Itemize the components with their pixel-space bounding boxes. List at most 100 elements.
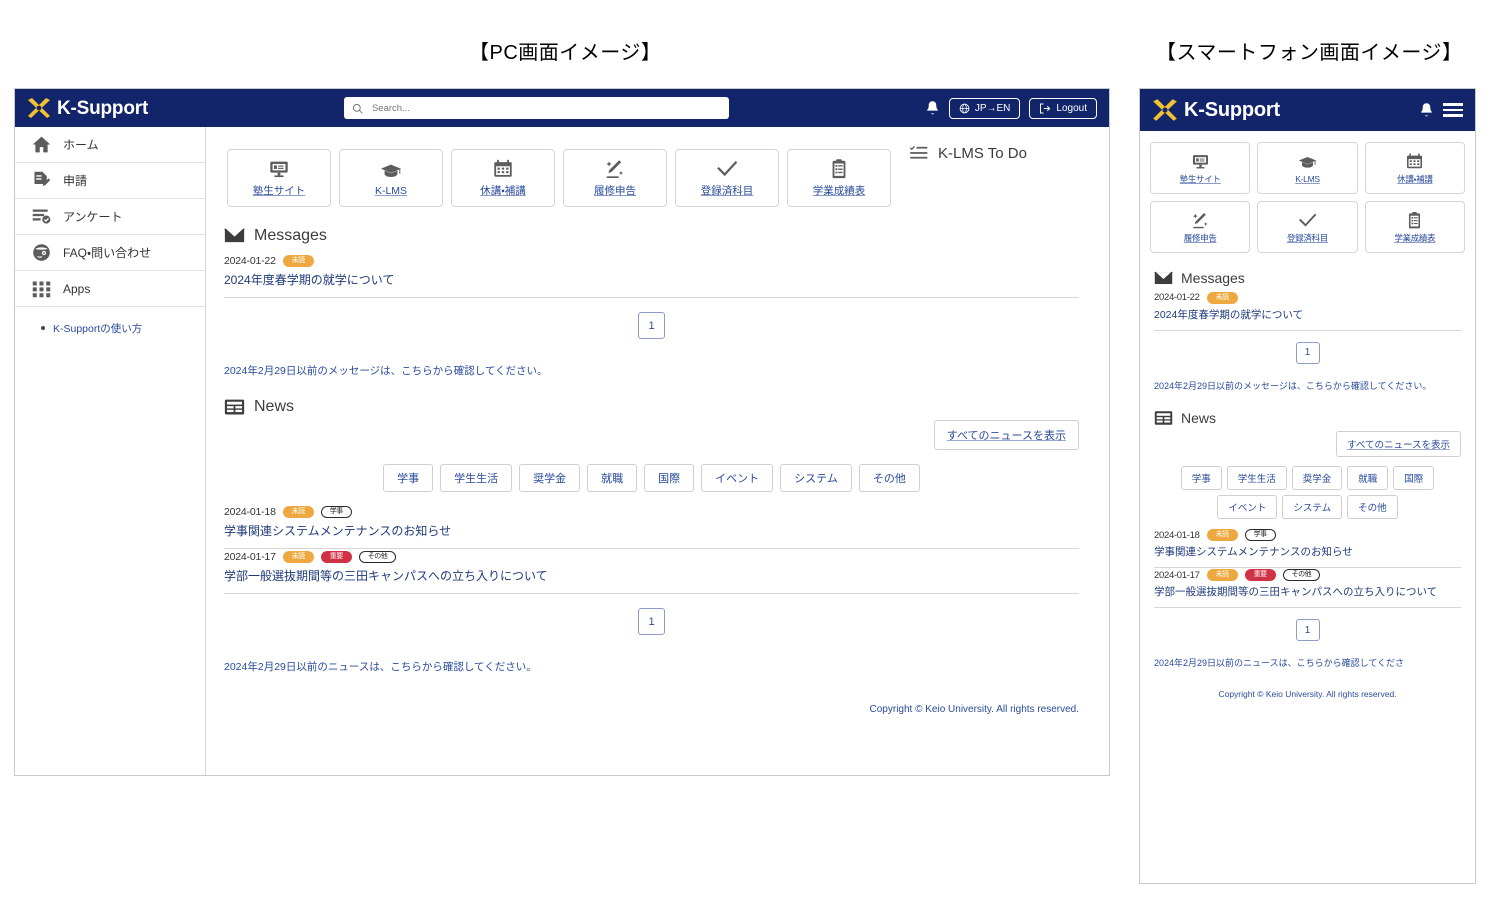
language-toggle-button[interactable]: JP→EN [949, 98, 1021, 119]
tile-touroku-kamoku[interactable]: 登録済科目 [675, 149, 779, 207]
category-filter-shogakukin[interactable]: 奨学金 [519, 464, 580, 492]
news-table-icon [224, 398, 245, 416]
important-badge: 重要 [1245, 569, 1276, 581]
check-icon [1298, 211, 1317, 230]
language-toggle-label: JP→EN [975, 103, 1011, 114]
category-filter-event[interactable]: イベント [701, 464, 773, 492]
sp-navbar-actions [1419, 102, 1475, 119]
sp-news-row[interactable]: 2024-01-18 未読 学事 学事関連システムメンテナンスのお知らせ [1154, 528, 1461, 568]
category-filter-gakuseiseikatsu[interactable]: 学生生活 [1227, 466, 1287, 490]
sp-tile-kyuko-hoko[interactable]: 休講・補講 [1365, 142, 1465, 194]
sp-tile-touroku-kamoku[interactable]: 登録済科目 [1257, 201, 1357, 253]
sp-tile-label: 休講・補講 [1397, 173, 1432, 185]
sp-tile-k-lms[interactable]: K-LMS [1257, 142, 1357, 194]
page-number-button[interactable]: 1 [638, 312, 665, 339]
news-title-link[interactable]: 学部一般選抜期間等の三田キャンパスへの立ち入りについて [224, 567, 1079, 584]
sp-brand[interactable]: K-Support [1140, 98, 1280, 122]
sp-news-title-link[interactable]: 学事関連システムメンテナンスのお知らせ [1154, 545, 1461, 560]
sp-tile-label: 履修申告 [1184, 232, 1217, 244]
sp-news-date: 2024-01-17 [1154, 570, 1200, 581]
sp-tile-risyu-shinkoku[interactable]: 履修申告 [1150, 201, 1250, 253]
category-filter-shogakukin[interactable]: 奨学金 [1292, 466, 1343, 490]
sp-news-pagination: 1 [1154, 619, 1461, 641]
tile-risyu-shinkoku[interactable]: 履修申告 [563, 149, 667, 207]
sp-messages-section: Messages 2024-01-22 未読 2024年度春学期の就学について … [1140, 270, 1475, 393]
category-filter-shushoku[interactable]: 就職 [1347, 466, 1388, 490]
survey-check-icon [31, 206, 52, 227]
sp-message-row[interactable]: 2024-01-22 未読 2024年度春学期の就学について [1154, 291, 1461, 331]
sp-tile-label: K-LMS [1295, 174, 1319, 184]
sidebar-item-label: ホーム [63, 136, 99, 153]
category-filter-system[interactable]: システム [1282, 495, 1342, 519]
sp-messages-archive-note[interactable]: 2024年2月29日以前のメッセージは、こちらから確認してください。 [1154, 380, 1461, 394]
brand[interactable]: K-Support [15, 97, 148, 119]
hamburger-menu-icon[interactable] [1443, 103, 1463, 117]
news-archive-note[interactable]: 2024年2月29日以前のニュースは、こちらから確認してください。 [224, 659, 1079, 674]
news-category-filters: 学事 学生生活 奨学金 就職 国際 イベント システム その他 [224, 464, 1079, 492]
news-title-link[interactable]: 学事関連システムメンテナンスのお知らせ [224, 522, 1079, 539]
category-filter-sonota[interactable]: その他 [1347, 495, 1398, 519]
pc-top-navbar: K-Support [15, 89, 1109, 127]
pc-caption: 【PC画面イメージ】 [469, 36, 661, 65]
sp-notification-bell[interactable] [1419, 102, 1434, 119]
sp-news-title: News [1181, 410, 1216, 426]
category-filter-shushoku[interactable]: 就職 [587, 464, 637, 492]
sp-tile-jukusei-site[interactable]: 塾生サイト [1150, 142, 1250, 194]
tile-k-lms[interactable]: K-LMS [339, 149, 443, 207]
k-lms-todo[interactable]: K-LMS To Do [909, 143, 1027, 163]
tile-jukusei-site[interactable]: 塾生サイト [227, 149, 331, 207]
graduation-cap-icon [1298, 153, 1317, 172]
tile-label: 登録済科目 [701, 183, 754, 198]
category-filter-gakuji[interactable]: 学事 [383, 464, 433, 492]
sp-news-row[interactable]: 2024-01-17 未読 重要 その他 学部一般選抜期間等の三田キャンパスへの… [1154, 568, 1461, 608]
sidebar-item-apps[interactable]: Apps [15, 271, 205, 307]
sp-message-title-link[interactable]: 2024年度春学期の就学について [1154, 308, 1461, 323]
sp-news-archive-note[interactable]: 2024年2月29日以前のニュースは、こちらから確認してくださ [1154, 657, 1461, 671]
notification-bell-icon[interactable] [925, 100, 940, 117]
messages-title: Messages [254, 227, 327, 245]
page-number-button[interactable]: 1 [1296, 619, 1320, 641]
brand-name: K-Support [57, 99, 148, 118]
sp-news-title-link[interactable]: 学部一般選抜期間等の三田キャンパスへの立ち入りについて [1154, 585, 1461, 600]
category-filter-gakuseiseikatsu[interactable]: 学生生活 [440, 464, 512, 492]
sidebar-item-home[interactable]: ホーム [15, 127, 205, 163]
news-show-all-wrap: すべてのニュースを表示 [224, 420, 1079, 450]
page-number-button[interactable]: 1 [638, 608, 665, 635]
sp-tile-gakugyo-seisekihyo[interactable]: 学業成績表 [1365, 201, 1465, 253]
sidebar-item-faq[interactable]: FAQ・問い合わせ [15, 235, 205, 271]
smartphone-caption: 【スマートフォン画面イメージ】 [1156, 36, 1463, 65]
category-filter-sonota[interactable]: その他 [859, 464, 920, 492]
messages-archive-note[interactable]: 2024年2月29日以前のメッセージは、こちらから確認してください。 [224, 363, 1079, 378]
clipboard-icon [828, 158, 850, 180]
category-filter-kokusai[interactable]: 国際 [1393, 466, 1434, 490]
pencil-sparkle-icon [604, 158, 626, 180]
news-row[interactable]: 2024-01-17 未読 重要 その他 学部一般選抜期間等の三田キャンパスへの… [224, 549, 1079, 594]
tile-gakugyo-seisekihyo[interactable]: 学業成績表 [787, 149, 891, 207]
sidebar-howto-link[interactable]: K-Supportの使い方 [53, 321, 142, 336]
search-input[interactable] [370, 102, 721, 115]
category-filter-event[interactable]: イベント [1217, 495, 1277, 519]
sp-messages-title: Messages [1181, 270, 1245, 286]
message-date: 2024-01-22 [224, 255, 276, 267]
sp-show-all-news-button[interactable]: すべてのニュースを表示 [1336, 431, 1461, 457]
sidebar-item-survey[interactable]: アンケート [15, 199, 205, 235]
sp-news-section: News すべてのニュースを表示 学事 学生生活 奨学金 就職 国際 イベント … [1140, 410, 1475, 698]
sp-messages-pagination: 1 [1154, 342, 1461, 364]
search-box[interactable] [344, 97, 729, 119]
sidebar-item-label: Apps [63, 282, 90, 296]
tile-kyuko-hoko[interactable]: 休講・補講 [451, 149, 555, 207]
message-row[interactable]: 2024-01-22 未読 2024年度春学期の就学について [224, 253, 1079, 298]
messages-header: Messages [224, 227, 1079, 245]
sidebar-item-application[interactable]: 申請 [15, 163, 205, 199]
category-filter-kokusai[interactable]: 国際 [644, 464, 694, 492]
sp-copyright: Copyright © Keio University. All rights … [1154, 689, 1461, 699]
sp-news-meta: 2024-01-17 未読 重要 その他 [1154, 569, 1461, 581]
category-filter-gakuji[interactable]: 学事 [1181, 466, 1222, 490]
news-meta: 2024-01-18 未読 学事 [224, 506, 1079, 518]
show-all-news-button[interactable]: すべてのニュースを表示 [934, 420, 1079, 450]
message-title-link[interactable]: 2024年度春学期の就学について [224, 271, 1079, 288]
logout-button[interactable]: Logout [1029, 98, 1097, 119]
category-filter-system[interactable]: システム [780, 464, 852, 492]
page-number-button[interactable]: 1 [1296, 342, 1320, 364]
news-row[interactable]: 2024-01-18 未読 学事 学事関連システムメンテナンスのお知らせ [224, 504, 1079, 549]
